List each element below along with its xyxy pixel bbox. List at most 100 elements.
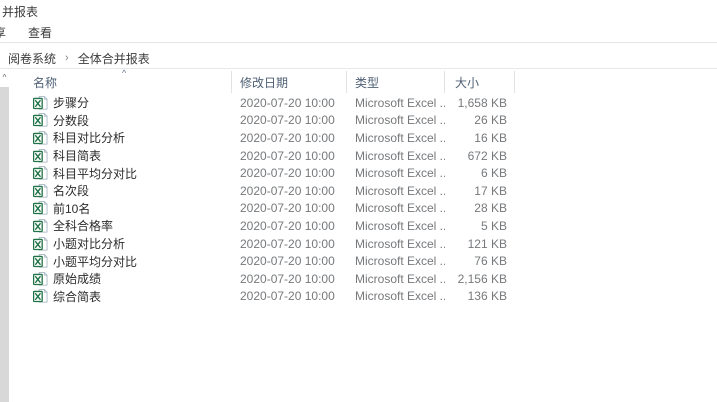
file-size: 672 KB (445, 149, 515, 163)
file-row[interactable]: 综合简表 2020-07-20 10:00 Microsoft Excel ..… (10, 288, 570, 306)
file-name: 综合简表 (53, 288, 101, 305)
file-row[interactable]: 小题平均分对比 2020-07-20 10:00 Microsoft Excel… (10, 252, 570, 270)
excel-file-icon (33, 166, 48, 180)
explorer-window: 并报表 享 查看 阅卷系统 › 全体合并报表 ^ 名称 修改日期 类型 大小 ^ (0, 0, 717, 402)
file-date: 2020-07-20 10:00 (232, 201, 347, 215)
file-row[interactable]: 科目简表 2020-07-20 10:00 Microsoft Excel ..… (10, 147, 570, 165)
file-size: 16 KB (445, 131, 515, 145)
file-row[interactable]: 全科合格率 2020-07-20 10:00 Microsoft Excel .… (10, 217, 570, 235)
file-size: 2,156 KB (445, 272, 515, 286)
column-header-row: 名称 修改日期 类型 大小 ^ (10, 69, 570, 94)
file-size: 121 KB (445, 237, 515, 251)
file-row[interactable]: 原始成绩 2020-07-20 10:00 Microsoft Excel ..… (10, 270, 570, 288)
file-name: 小题平均分对比 (53, 253, 137, 270)
file-type: Microsoft Excel ... (347, 237, 445, 251)
ribbon-divider (0, 42, 717, 43)
file-type: Microsoft Excel ... (347, 184, 445, 198)
column-header-date[interactable]: 修改日期 (232, 71, 347, 93)
excel-file-icon (33, 254, 48, 268)
file-size: 1,658 KB (445, 96, 515, 110)
excel-file-icon (33, 113, 48, 127)
breadcrumb: 阅卷系统 › 全体合并报表 (8, 50, 150, 66)
ribbon-tab-view[interactable]: 查看 (28, 24, 52, 41)
file-type: Microsoft Excel ... (347, 289, 445, 303)
breadcrumb-item-current[interactable]: 全体合并报表 (78, 50, 150, 67)
file-name-cell: 科目简表 (10, 147, 232, 164)
file-name: 原始成绩 (53, 270, 101, 287)
file-type: Microsoft Excel ... (347, 272, 445, 286)
ribbon-tab-share[interactable]: 享 (0, 24, 6, 41)
file-size: 136 KB (445, 289, 515, 303)
file-type: Microsoft Excel ... (347, 96, 445, 110)
file-date: 2020-07-20 10:00 (232, 289, 347, 303)
file-name-cell: 全科合格率 (10, 217, 232, 234)
file-size: 5 KB (445, 219, 515, 233)
file-date: 2020-07-20 10:00 (232, 184, 347, 198)
file-name-cell: 科目平均分对比 (10, 165, 232, 182)
file-date: 2020-07-20 10:00 (232, 254, 347, 268)
window-title: 并报表 (2, 3, 38, 20)
file-name: 小题对比分析 (53, 235, 125, 252)
file-name-cell: 前10名 (10, 200, 232, 217)
file-date: 2020-07-20 10:00 (232, 96, 347, 110)
file-type: Microsoft Excel ... (347, 219, 445, 233)
file-row[interactable]: 科目平均分对比 2020-07-20 10:00 Microsoft Excel… (10, 164, 570, 182)
file-row[interactable]: 科目对比分析 2020-07-20 10:00 Microsoft Excel … (10, 129, 570, 147)
file-row[interactable]: 步骤分 2020-07-20 10:00 Microsoft Excel ...… (10, 94, 570, 112)
file-name: 科目简表 (53, 147, 101, 164)
file-name-cell: 步骤分 (10, 94, 232, 111)
excel-file-icon (33, 149, 48, 163)
file-name: 前10名 (53, 200, 90, 217)
scroll-up-arrow-icon[interactable]: ^ (0, 72, 9, 84)
file-type: Microsoft Excel ... (347, 149, 445, 163)
file-name-cell: 原始成绩 (10, 270, 232, 287)
file-rows: 步骤分 2020-07-20 10:00 Microsoft Excel ...… (10, 94, 570, 305)
file-row[interactable]: 前10名 2020-07-20 10:00 Microsoft Excel ..… (10, 200, 570, 218)
file-size: 26 KB (445, 113, 515, 127)
file-name-cell: 小题平均分对比 (10, 253, 232, 270)
excel-file-icon (33, 219, 48, 233)
excel-file-icon (33, 184, 48, 198)
file-type: Microsoft Excel ... (347, 131, 445, 145)
file-size: 76 KB (445, 254, 515, 268)
file-name: 名次段 (53, 182, 89, 199)
excel-file-icon (33, 96, 48, 110)
file-date: 2020-07-20 10:00 (232, 113, 347, 127)
excel-file-icon (33, 201, 48, 215)
file-date: 2020-07-20 10:00 (232, 272, 347, 286)
file-date: 2020-07-20 10:00 (232, 149, 347, 163)
breadcrumb-item-root[interactable]: 阅卷系统 (8, 50, 56, 67)
column-header-size[interactable]: 大小 (445, 71, 515, 93)
file-date: 2020-07-20 10:00 (232, 237, 347, 251)
file-date: 2020-07-20 10:00 (232, 219, 347, 233)
scrollbar-thumb[interactable] (0, 87, 9, 402)
file-date: 2020-07-20 10:00 (232, 131, 347, 145)
file-name-cell: 综合简表 (10, 288, 232, 305)
file-name: 科目对比分析 (53, 129, 125, 146)
file-type: Microsoft Excel ... (347, 166, 445, 180)
file-date: 2020-07-20 10:00 (232, 166, 347, 180)
file-name: 步骤分 (53, 94, 89, 111)
file-name: 分数段 (53, 112, 89, 129)
excel-file-icon (33, 131, 48, 145)
nav-pane-scrollbar[interactable]: ^ (0, 70, 9, 402)
excel-file-icon (33, 289, 48, 303)
column-header-type[interactable]: 类型 (347, 71, 445, 93)
file-row[interactable]: 名次段 2020-07-20 10:00 Microsoft Excel ...… (10, 182, 570, 200)
sort-ascending-icon[interactable]: ^ (122, 68, 126, 78)
file-size: 6 KB (445, 166, 515, 180)
excel-file-icon (33, 272, 48, 286)
file-size: 17 KB (445, 184, 515, 198)
file-row[interactable]: 分数段 2020-07-20 10:00 Microsoft Excel ...… (10, 112, 570, 130)
file-size: 28 KB (445, 201, 515, 215)
file-row[interactable]: 小题对比分析 2020-07-20 10:00 Microsoft Excel … (10, 235, 570, 253)
file-name-cell: 科目对比分析 (10, 129, 232, 146)
file-type: Microsoft Excel ... (347, 254, 445, 268)
excel-file-icon (33, 237, 48, 251)
file-type: Microsoft Excel ... (347, 113, 445, 127)
file-name-cell: 小题对比分析 (10, 235, 232, 252)
file-name-cell: 名次段 (10, 182, 232, 199)
column-header-name[interactable]: 名称 (10, 71, 232, 93)
chevron-right-icon: › (65, 53, 69, 64)
file-name-cell: 分数段 (10, 112, 232, 129)
